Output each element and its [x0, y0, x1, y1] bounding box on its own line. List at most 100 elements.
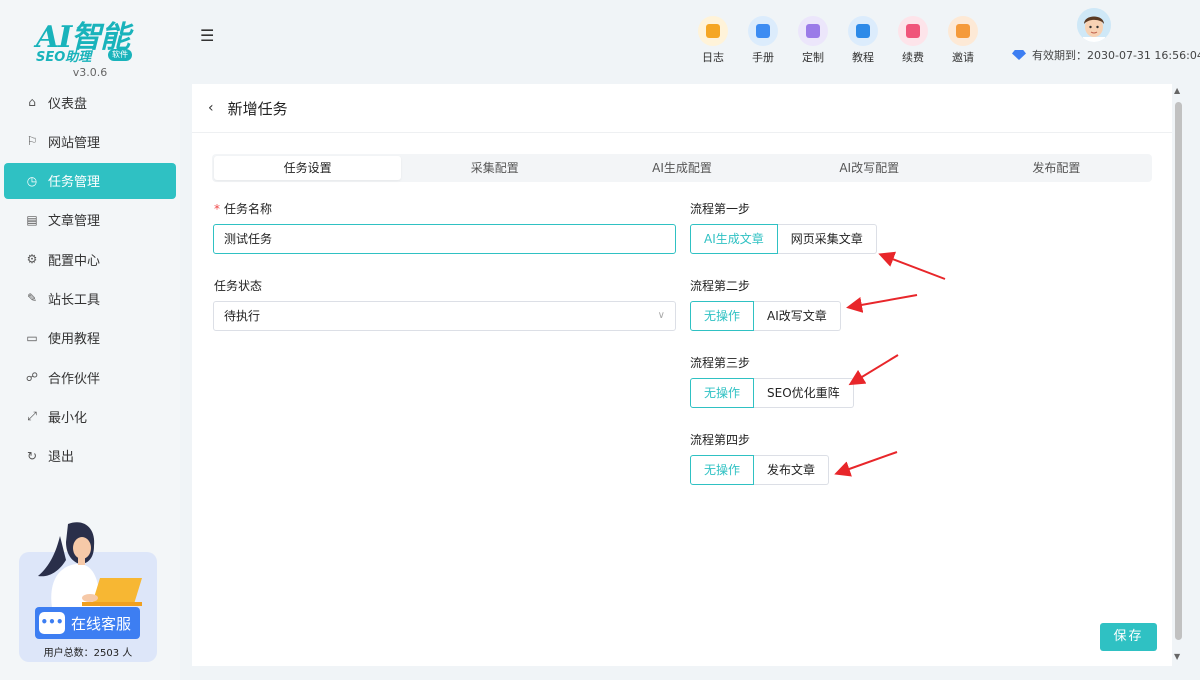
manual-button[interactable]: 手册	[738, 16, 788, 65]
sidebar-item-logout[interactable]: ↻ 退出	[4, 438, 176, 474]
step1-option-ai-generate[interactable]: AI生成文章	[690, 224, 778, 254]
sidebar-item-tutorial[interactable]: ▭ 使用教程	[4, 320, 176, 356]
sidebar-item-tools[interactable]: ✎ 站长工具	[4, 280, 176, 316]
sidebar-nav: ⌂ 仪表盘 ⚐ 网站管理 ◷ 任务管理 ▤ 文章管理 ⚙ 配置中心 ✎ 站长工具…	[4, 84, 176, 477]
invite-icon	[948, 16, 978, 46]
step3-label: 流程第三步	[690, 356, 751, 370]
sidebar-item-label: 仪表盘	[48, 96, 88, 112]
log-icon	[698, 16, 728, 46]
sidebar-item-label: 站长工具	[48, 292, 101, 308]
sidebar-item-label: 使用教程	[48, 332, 101, 348]
tool-label: 邀请	[952, 51, 974, 64]
chat-icon: •••	[39, 612, 65, 634]
back-arrow-icon[interactable]: ‹	[208, 100, 214, 116]
support-illustration	[38, 522, 142, 608]
task-name-label-text: 任务名称	[224, 202, 273, 216]
step1-option-web-collect[interactable]: 网页采集文章	[777, 224, 877, 254]
task-status-label: 任务状态	[214, 279, 263, 293]
sidebar-item-label: 最小化	[48, 410, 88, 426]
step2-option-ai-rewrite[interactable]: AI改写文章	[754, 301, 841, 331]
sidebar-item-label: 任务管理	[48, 175, 101, 191]
tutorial-icon	[848, 16, 878, 46]
minimize-icon: ⤢	[27, 408, 37, 423]
sidebar-item-dashboard[interactable]: ⌂ 仪表盘	[4, 84, 176, 120]
page-scrollbar[interactable]: ▲ ▼	[1172, 84, 1184, 666]
task-name-input[interactable]: 测试任务	[213, 224, 676, 254]
tab-ai-rewrite-config[interactable]: AI改写配置	[776, 156, 963, 180]
partner-icon: ☍	[25, 370, 39, 385]
vip-diamond-icon	[1012, 50, 1026, 60]
scroll-down-icon[interactable]: ▼	[1174, 652, 1180, 661]
invite-button[interactable]: 邀请	[938, 16, 988, 65]
user-count: 用户总数：2503 人	[43, 648, 133, 659]
task-status-select[interactable]: 待执行 ∨	[213, 301, 676, 331]
top-header: ☰ 日志 手册 定制 教程 续费 邀请 有效期到：2030-07-31 16:5…	[180, 0, 1200, 84]
menu-collapse-icon[interactable]: ☰	[200, 26, 214, 45]
step4-option-publish[interactable]: 发布文章	[754, 455, 830, 485]
step3-option-seo-optimize[interactable]: SEO优化重阵	[754, 378, 854, 408]
gear-icon: ⚙	[26, 252, 38, 267]
logout-icon: ↻	[26, 448, 38, 463]
tab-publish-config[interactable]: 发布配置	[963, 156, 1150, 180]
sidebar-item-label: 退出	[48, 450, 75, 466]
vip-expiry: 有效期到：2030-07-31 16:56:04	[1012, 47, 1200, 63]
step3-option-none[interactable]: 无操作	[690, 378, 755, 408]
sidebar-item-label: 配置中心	[48, 253, 101, 269]
expiry-text: 有效期到：2030-07-31 16:56:04	[1032, 49, 1200, 62]
sidebar: AI智能 SEO助理 软件 v3.0.6 ⌂ 仪表盘 ⚐ 网站管理 ◷ 任务管理…	[0, 0, 180, 680]
tool-label: 续费	[902, 51, 924, 64]
arrow-step1	[878, 251, 946, 280]
online-service-label: 在线客服	[71, 614, 132, 633]
step2-options: 无操作 AI改写文章	[690, 301, 841, 331]
sidebar-item-minimize[interactable]: ⤢ 最小化	[4, 398, 176, 434]
scroll-thumb[interactable]	[1175, 102, 1182, 640]
home-icon: ⌂	[28, 95, 36, 109]
arrow-step4	[834, 451, 898, 477]
step4-option-none[interactable]: 无操作	[690, 455, 755, 485]
sidebar-item-tasks[interactable]: ◷ 任务管理	[4, 162, 176, 199]
step2-label: 流程第二步	[690, 279, 751, 293]
manual-icon	[748, 16, 778, 46]
arrow-step2	[846, 294, 918, 313]
required-asterisk: *	[214, 202, 220, 216]
clock-icon: ◷	[26, 173, 38, 188]
customize-icon	[798, 16, 828, 46]
user-avatar[interactable]	[1077, 8, 1111, 42]
tab-ai-generate-config[interactable]: AI生成配置	[588, 156, 775, 180]
scroll-up-icon[interactable]: ▲	[1174, 86, 1180, 95]
step1-options: AI生成文章 网页采集文章	[690, 224, 877, 254]
tool-label: 手册	[752, 51, 774, 64]
sidebar-item-sites[interactable]: ⚐ 网站管理	[4, 123, 176, 159]
tool-label: 定制	[802, 51, 824, 64]
sidebar-item-articles[interactable]: ▤ 文章管理	[4, 202, 176, 238]
save-button[interactable]: 保存	[1100, 623, 1157, 651]
sidebar-item-label: 网站管理	[48, 135, 101, 151]
online-service-button[interactable]: ••• 在线客服	[35, 607, 140, 639]
tool-label: 教程	[852, 51, 874, 64]
logo-subtitle: SEO助理	[36, 50, 92, 65]
step4-options: 无操作 发布文章	[690, 455, 830, 485]
task-status-value: 待执行	[224, 309, 261, 323]
tutorial-button[interactable]: 教程	[838, 16, 888, 65]
step3-options: 无操作 SEO优化重阵	[690, 378, 854, 408]
monitor-icon: ▭	[26, 330, 38, 345]
step2-option-none[interactable]: 无操作	[690, 301, 755, 331]
renew-button[interactable]: 续费	[888, 16, 938, 65]
logo-badge: 软件	[108, 49, 132, 61]
app-version: v3.0.6	[72, 66, 108, 79]
tab-collect-config[interactable]: 采集配置	[401, 156, 588, 180]
tab-task-settings[interactable]: 任务设置	[214, 156, 402, 180]
sidebar-item-partners[interactable]: ☍ 合作伙伴	[4, 359, 176, 395]
chevron-down-icon: ∨	[657, 310, 665, 321]
document-icon: ▤	[26, 212, 38, 227]
header-toolbar: 日志 手册 定制 教程 续费 邀请	[688, 16, 988, 65]
customize-button[interactable]: 定制	[788, 16, 838, 65]
renew-icon	[898, 16, 928, 46]
wrench-icon: ✎	[26, 291, 38, 306]
step1-label: 流程第一步	[690, 202, 751, 216]
sidebar-item-config[interactable]: ⚙ 配置中心	[4, 241, 176, 277]
log-button[interactable]: 日志	[688, 16, 738, 65]
config-tabs: 任务设置 采集配置 AI生成配置 AI改写配置 发布配置	[212, 154, 1152, 182]
page-title: 新增任务	[227, 99, 288, 118]
task-name-label: * 任务名称	[214, 200, 272, 217]
